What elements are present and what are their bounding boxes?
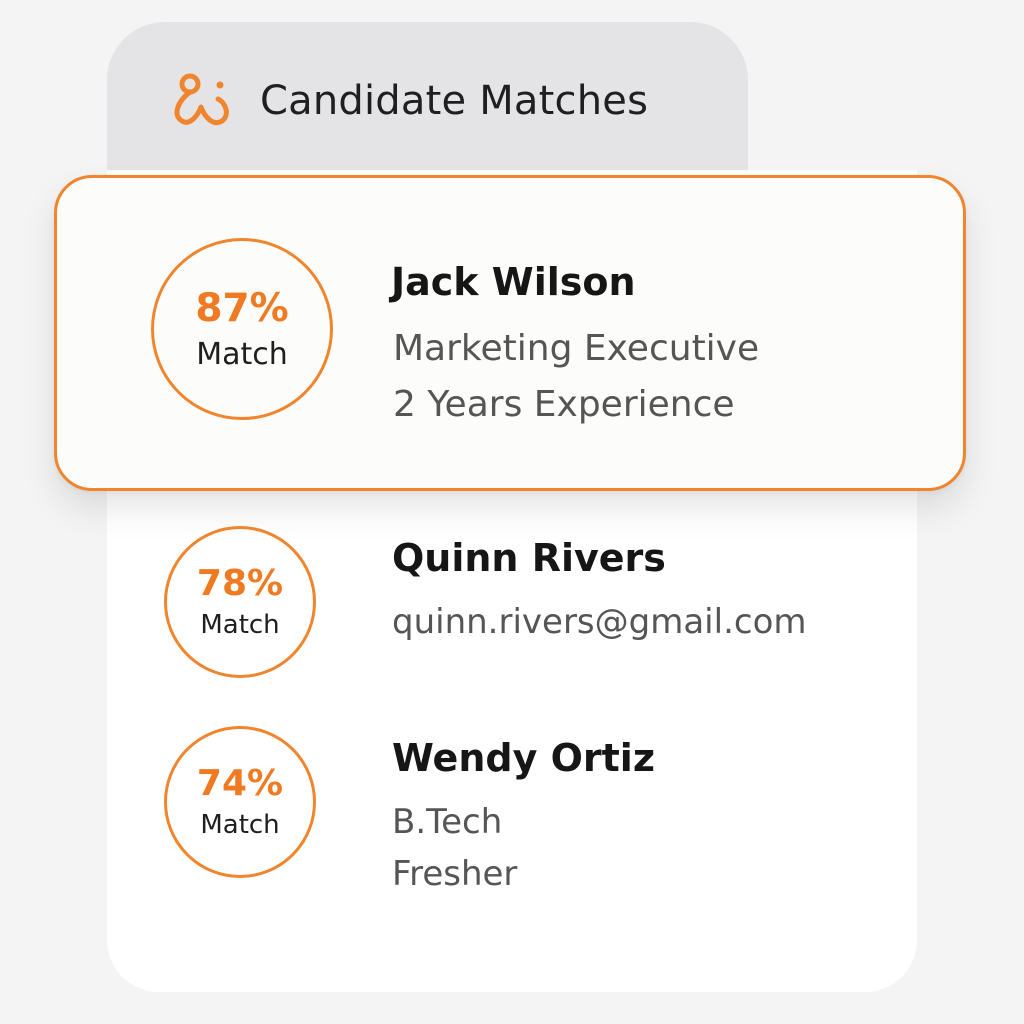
page-title: Candidate Matches xyxy=(260,78,649,124)
match-label: Match xyxy=(200,810,280,840)
candidate-name: Quinn Rivers xyxy=(392,536,666,580)
candidate-row[interactable]: 74% Match Wendy Ortiz B.Tech Fresher xyxy=(0,724,1024,894)
match-percent: 78% xyxy=(196,563,284,604)
header: Candidate Matches xyxy=(168,68,648,134)
candidate-role: Marketing Executive xyxy=(393,328,760,369)
match-score-ring: 74% Match xyxy=(164,726,316,878)
match-label: Match xyxy=(200,610,280,640)
candidate-email: quinn.rivers@gmail.com xyxy=(392,602,807,642)
candidate-row[interactable]: 78% Match Quinn Rivers quinn.rivers@gmai… xyxy=(0,524,1024,680)
candidate-matches-screen: Candidate Matches 87% Match Jack Wilson … xyxy=(0,0,1024,1024)
match-percent: 87% xyxy=(195,285,289,331)
candidate-experience: Fresher xyxy=(392,854,518,894)
match-score-ring: 87% Match xyxy=(151,238,333,420)
candidate-name: Wendy Ortiz xyxy=(392,736,655,780)
match-percent: 74% xyxy=(196,763,284,804)
candidate-experience: 2 Years Experience xyxy=(393,384,735,425)
match-score-ring: 78% Match xyxy=(164,526,316,678)
match-label: Match xyxy=(196,336,288,372)
candidate-education: B.Tech xyxy=(392,802,503,842)
candidate-card-selected[interactable]: 87% Match Jack Wilson Marketing Executiv… xyxy=(54,175,966,491)
connect-people-icon xyxy=(168,71,234,131)
candidate-name: Jack Wilson xyxy=(391,260,636,304)
